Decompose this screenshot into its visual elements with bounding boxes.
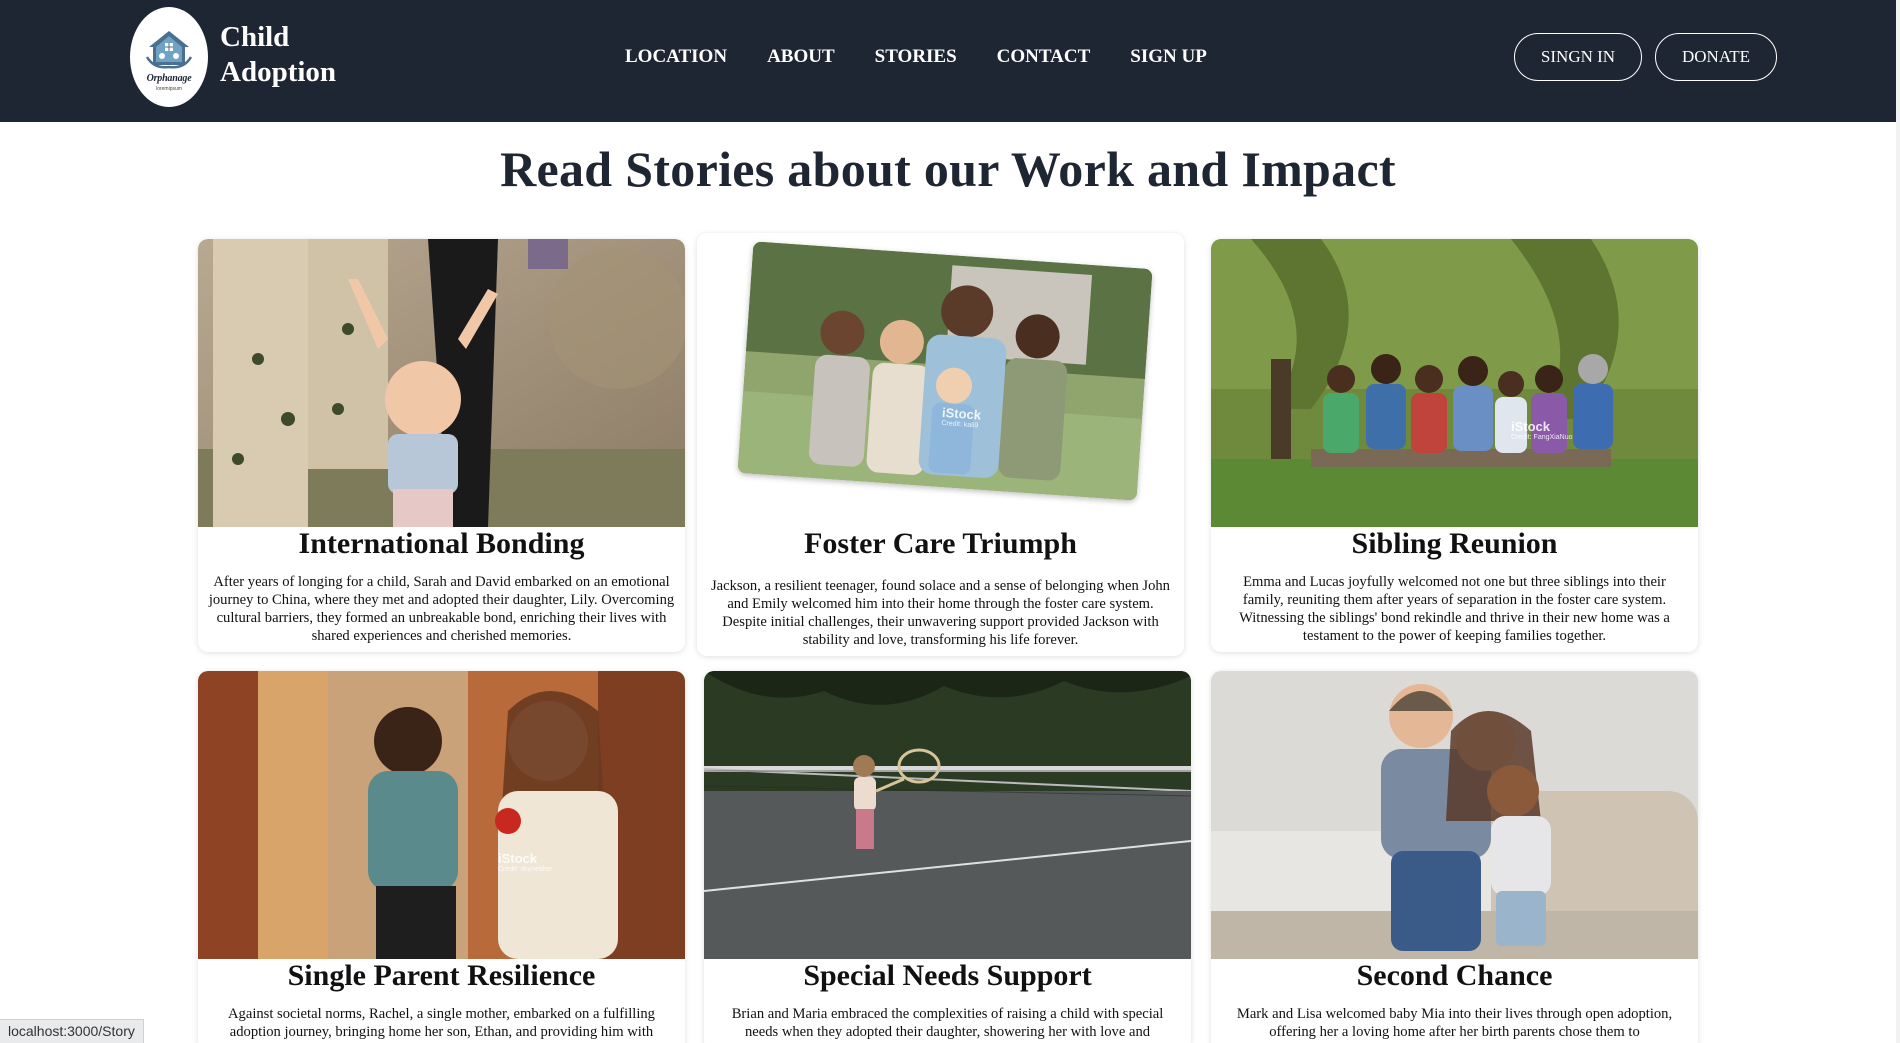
nav-about[interactable]: ABOUT xyxy=(767,44,835,70)
story-text: After years of longing for a child, Sara… xyxy=(208,574,675,644)
story-card[interactable]: iStock Credit: skynesher Single Parent R… xyxy=(198,671,685,1043)
sign-in-button[interactable]: SINGN IN xyxy=(1514,33,1642,81)
logo-tagline: loremipsum xyxy=(156,86,182,92)
story-text: Mark and Lisa welcomed baby Mia into the… xyxy=(1236,1006,1673,1040)
nav-stories[interactable]: STORIES xyxy=(875,44,957,70)
story-text: Jackson, a resilient teenager, found sol… xyxy=(711,578,1170,648)
story-title: Special Needs Support xyxy=(803,959,1092,992)
istock-watermark: iStock Credit: FangXiaNuo xyxy=(1511,419,1572,441)
story-photo-single-parent: iStock Credit: skynesher xyxy=(198,671,685,959)
status-bar-url: localhost:3000/Story xyxy=(0,1019,144,1043)
story-photo-international xyxy=(198,239,685,527)
nav-sign-up[interactable]: SIGN UP xyxy=(1130,44,1207,70)
watermark-credit: Credit: skynesher xyxy=(498,866,553,873)
story-card[interactable]: Special Needs Support Brian and Maria em… xyxy=(704,671,1191,1043)
story-text: Against societal norms, Rachel, a single… xyxy=(228,1006,655,1040)
story-photo-sibling: iStock Credit: FangXiaNuo xyxy=(1211,239,1698,527)
story-photo-foster: iStock Credit: kali9 xyxy=(697,233,1184,521)
story-card[interactable]: iStock Credit: kali9 Foster Care Triumph… xyxy=(697,233,1184,656)
story-photo-second-chance xyxy=(1211,671,1698,959)
nav-contact[interactable]: CONTACT xyxy=(997,44,1091,70)
story-text: Brian and Maria embraced the complexitie… xyxy=(731,1006,1164,1040)
brand-name[interactable]: Child Adoption xyxy=(220,20,336,90)
brand-line-1: Child xyxy=(220,21,290,53)
story-card[interactable]: iStock Credit: FangXiaNuo Sibling Reunio… xyxy=(1211,239,1698,652)
scrollbar[interactable] xyxy=(1896,0,1900,1043)
story-text: Emma and Lucas joyfully welcomed not one… xyxy=(1239,574,1670,644)
orphanage-logo[interactable]: Orphanage loremipsum xyxy=(130,7,208,107)
istock-watermark: iStock Credit: skynesher xyxy=(498,851,552,873)
story-title: International Bonding xyxy=(298,527,585,560)
story-title: Single Parent Resilience xyxy=(287,959,596,992)
watermark-credit: Credit: FangXiaNuo xyxy=(1511,434,1573,441)
watermark-brand: iStock xyxy=(1511,419,1551,434)
story-photo-special-needs xyxy=(704,671,1191,959)
main-nav: LOCATION ABOUT STORIES CONTACT SIGN UP xyxy=(625,44,1247,70)
logo-wordmark: Orphanage xyxy=(146,73,192,84)
story-title: Second Chance xyxy=(1356,959,1553,992)
nav-location[interactable]: LOCATION xyxy=(625,44,727,70)
donate-button[interactable]: DONATE xyxy=(1655,33,1777,81)
story-title: Foster Care Triumph xyxy=(804,527,1077,560)
story-title: Sibling Reunion xyxy=(1351,527,1558,560)
house-hands-icon xyxy=(145,31,193,69)
watermark-brand: iStock xyxy=(498,851,538,866)
site-header: Orphanage loremipsum Child Adoption LOCA… xyxy=(0,0,1896,122)
story-card[interactable]: International Bonding After years of lon… xyxy=(198,239,685,652)
story-card[interactable]: Second Chance Mark and Lisa welcomed bab… xyxy=(1211,671,1698,1043)
istock-watermark: iStock Credit: kali9 xyxy=(941,405,981,430)
page-title: Read Stories about our Work and Impact xyxy=(500,141,1396,197)
brand-line-2: Adoption xyxy=(220,56,337,88)
